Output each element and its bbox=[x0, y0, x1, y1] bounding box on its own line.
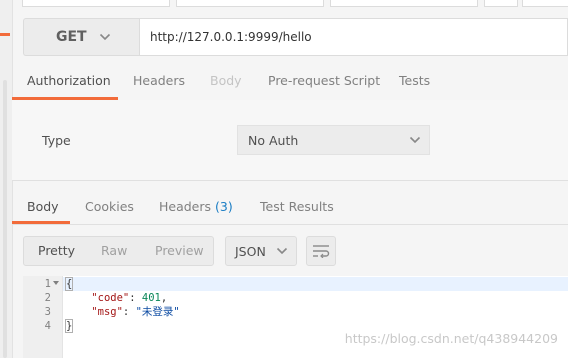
tab-cookies[interactable]: Cookies bbox=[85, 190, 134, 224]
fold-arrow-icon[interactable] bbox=[53, 281, 59, 285]
auth-type-value: No Auth bbox=[248, 132, 299, 148]
request-tabs: Authorization Headers Body Pre-request S… bbox=[12, 64, 568, 101]
code-value: 401 bbox=[141, 292, 161, 304]
method-label: GET bbox=[56, 29, 87, 45]
watermark: https://blog.csdn.net/q438944209 bbox=[344, 331, 558, 346]
preview-button[interactable]: Preview bbox=[155, 237, 204, 265]
url-text: http://127.0.0.1:9999/hello bbox=[150, 30, 312, 44]
method-select[interactable]: GET bbox=[23, 18, 139, 56]
tab-body[interactable]: Body bbox=[210, 64, 242, 98]
code-line-3: "msg": "未登录" bbox=[91, 306, 180, 318]
tab-response-body[interactable]: Body bbox=[27, 190, 59, 224]
top-tab-5[interactable] bbox=[522, 0, 568, 7]
chevron-down-icon bbox=[99, 33, 110, 41]
code-key: "code" bbox=[91, 292, 130, 304]
line-number: 4 bbox=[44, 320, 51, 332]
msg-key: "msg" bbox=[91, 306, 123, 318]
line-number: 1 bbox=[44, 278, 51, 290]
close-brace: } bbox=[64, 319, 74, 333]
tab-tests[interactable]: Tests bbox=[399, 64, 430, 98]
left-panel-scrollbar[interactable] bbox=[3, 80, 7, 358]
response-headers-count: (3) bbox=[215, 199, 233, 214]
code-line-2: "code": 401, bbox=[91, 292, 168, 304]
auth-type-label: Type bbox=[42, 133, 71, 148]
tab-response-headers[interactable]: Headers (3) bbox=[159, 190, 233, 224]
response-headers-label: Headers bbox=[159, 199, 212, 214]
wrap-lines-icon bbox=[313, 245, 330, 258]
top-tab-3[interactable] bbox=[330, 0, 478, 7]
code-line-1: { bbox=[64, 277, 74, 291]
format-value: JSON bbox=[235, 243, 266, 259]
response-tabs: Body Cookies Headers (3) Test Results bbox=[12, 190, 568, 225]
raw-button[interactable]: Raw bbox=[101, 237, 127, 265]
top-tab-1[interactable] bbox=[22, 0, 170, 7]
active-line-highlight bbox=[63, 277, 568, 291]
tab-headers[interactable]: Headers bbox=[133, 64, 185, 98]
line-number: 2 bbox=[44, 292, 51, 304]
tab-pre-request-script[interactable]: Pre-request Script bbox=[268, 64, 380, 98]
wrap-lines-button[interactable] bbox=[306, 236, 336, 266]
url-input[interactable]: http://127.0.0.1:9999/hello bbox=[139, 18, 568, 56]
tab-authorization[interactable]: Authorization bbox=[27, 64, 111, 98]
msg-value: "未登录" bbox=[135, 306, 180, 318]
format-select[interactable]: JSON bbox=[225, 236, 297, 266]
left-panel-accent bbox=[0, 33, 10, 36]
active-response-tab-indicator bbox=[12, 221, 70, 224]
tab-test-results[interactable]: Test Results bbox=[260, 190, 334, 224]
top-tab-4[interactable] bbox=[484, 0, 518, 7]
pretty-button[interactable]: Pretty bbox=[38, 237, 75, 265]
chevron-down-icon bbox=[276, 247, 288, 255]
line-number: 3 bbox=[44, 306, 51, 318]
view-mode-group: Pretty Raw Preview bbox=[23, 236, 214, 266]
open-brace: { bbox=[64, 277, 74, 291]
chevron-down-icon bbox=[409, 136, 421, 144]
code-line-4: } bbox=[64, 319, 74, 333]
auth-type-select[interactable]: No Auth bbox=[237, 125, 430, 155]
line-number-gutter: 1 2 3 4 bbox=[23, 276, 63, 358]
top-tab-2[interactable] bbox=[176, 0, 324, 7]
